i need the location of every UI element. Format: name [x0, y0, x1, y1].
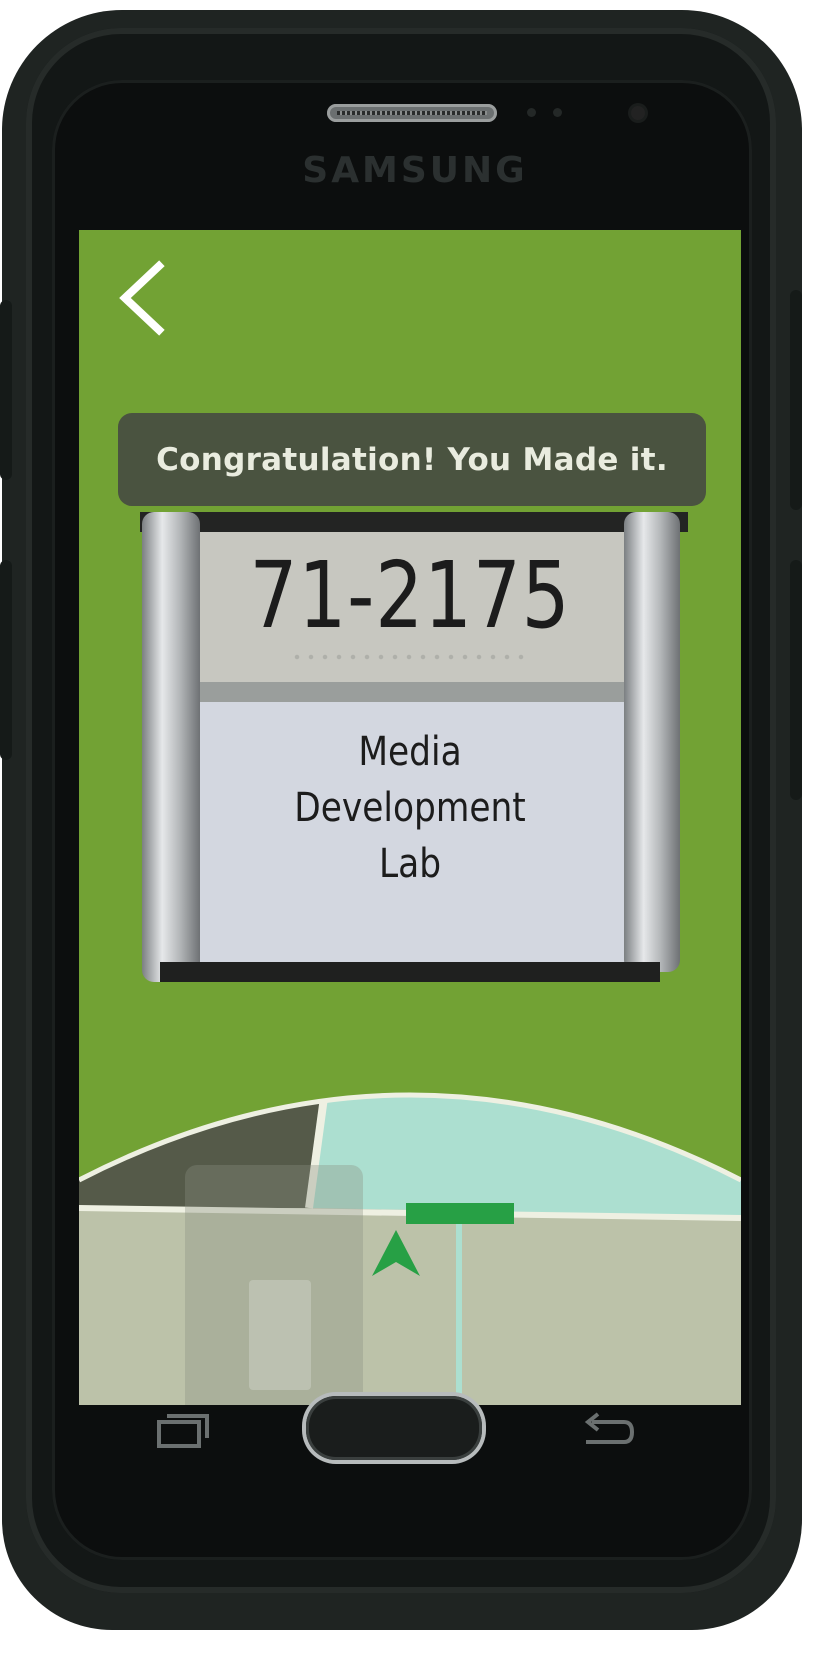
room-name-line: Development — [294, 785, 526, 831]
case-grip — [790, 290, 802, 510]
phone-frame: SAMSUNG 71-2175 Media Development Lab Co… — [0, 0, 833, 1661]
sign-pillar-left — [142, 512, 200, 982]
map-corridor — [79, 1208, 741, 1405]
system-back-button[interactable] — [578, 1410, 635, 1450]
proximity-sensor — [527, 108, 536, 117]
recent-apps-icon — [157, 1414, 209, 1448]
success-banner: Congratulation! You Made it. — [118, 413, 706, 506]
room-name-line: Lab — [378, 841, 442, 887]
chevron-left-icon — [119, 260, 165, 336]
earpiece-speaker — [327, 104, 497, 122]
indoor-minimap[interactable] — [79, 1090, 741, 1405]
room-number: 71-2175 — [249, 542, 571, 649]
case-grip — [790, 560, 802, 800]
map-room-highlight — [311, 1095, 741, 1216]
room-name: Media Development Lab — [225, 724, 595, 892]
destination-marker — [406, 1203, 514, 1224]
app-screen: 71-2175 Media Development Lab Congratula… — [79, 230, 741, 1405]
case-grip — [0, 300, 12, 480]
door-sign-photo: 71-2175 Media Development Lab — [140, 512, 688, 1002]
front-camera — [631, 106, 645, 120]
home-button[interactable] — [306, 1396, 482, 1460]
recent-apps-button[interactable] — [155, 1410, 211, 1450]
brand-logo: SAMSUNG — [302, 150, 528, 191]
room-name-line: Media — [358, 729, 462, 775]
case-grip — [0, 560, 12, 760]
light-sensor — [553, 108, 562, 117]
back-arrow-icon — [584, 1412, 635, 1444]
braille-dots — [290, 652, 530, 662]
map-svg — [79, 1092, 741, 1405]
success-message: Congratulation! You Made it. — [156, 441, 668, 478]
sign-pillar-right — [624, 512, 680, 972]
back-button[interactable] — [115, 260, 175, 340]
